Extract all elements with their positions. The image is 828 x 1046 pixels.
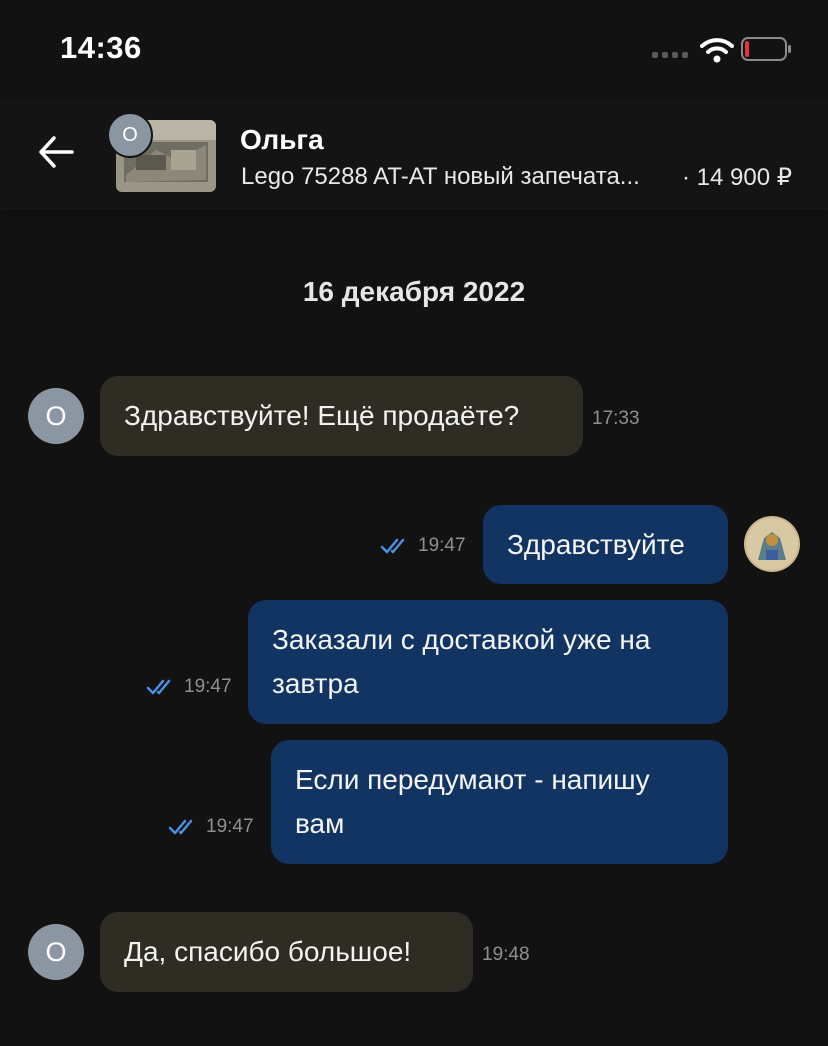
message-bubble-outgoing[interactable]: Если передумают - напишу вам: [271, 740, 728, 864]
message-bubble-incoming[interactable]: Да, спасибо большое!: [100, 912, 473, 992]
wifi-icon: [700, 38, 734, 63]
message-time: 19:47: [206, 816, 254, 837]
date-separator: 16 декабря 2022: [302, 276, 526, 307]
message-time: 19:47: [184, 676, 232, 697]
message-meta: 19:47: [380, 535, 466, 557]
message-time: 19:47: [418, 535, 466, 556]
message-meta: 19:47: [168, 816, 254, 838]
signal-icon: [652, 52, 688, 58]
message-text: Да, спасибо большое!: [124, 936, 412, 967]
double-check-icon: [380, 538, 405, 554]
message-meta: 19:47: [146, 676, 232, 698]
contact-name[interactable]: Ольга: [240, 124, 324, 156]
message-bubble-incoming[interactable]: Здравствуйте! Ещё продаёте?: [100, 376, 583, 456]
message-text: Заказали с доставкой уже на завтра: [272, 624, 651, 699]
back-arrow-icon: [39, 136, 74, 168]
double-check-icon: [146, 679, 171, 695]
message-bubble-outgoing[interactable]: Заказали с доставкой уже на завтра: [248, 600, 728, 724]
listing-title[interactable]: Lego 75288 AT-AT новый запечата...: [241, 163, 681, 191]
my-avatar[interactable]: [744, 516, 800, 572]
contact-avatar-badge: О: [107, 112, 153, 158]
message-time: 17:33: [592, 408, 640, 429]
listing-price: · 14 900 ₽: [682, 164, 793, 191]
message-bubble-outgoing[interactable]: Здравствуйте: [483, 505, 728, 584]
message-time: 19:48: [482, 944, 530, 965]
message-text: Здравствуйте: [507, 528, 685, 560]
message-text: Здравствуйте! Ещё продаёте?: [124, 400, 520, 431]
back-button[interactable]: [30, 128, 82, 176]
user-avatar-image: [744, 516, 800, 572]
status-time: 14:36: [60, 30, 142, 65]
battery-icon: [741, 37, 791, 61]
message-text: Если передумают - напишу вам: [295, 764, 650, 839]
sender-avatar[interactable]: О: [28, 388, 84, 444]
double-check-icon: [168, 819, 193, 835]
sender-avatar[interactable]: О: [28, 924, 84, 980]
